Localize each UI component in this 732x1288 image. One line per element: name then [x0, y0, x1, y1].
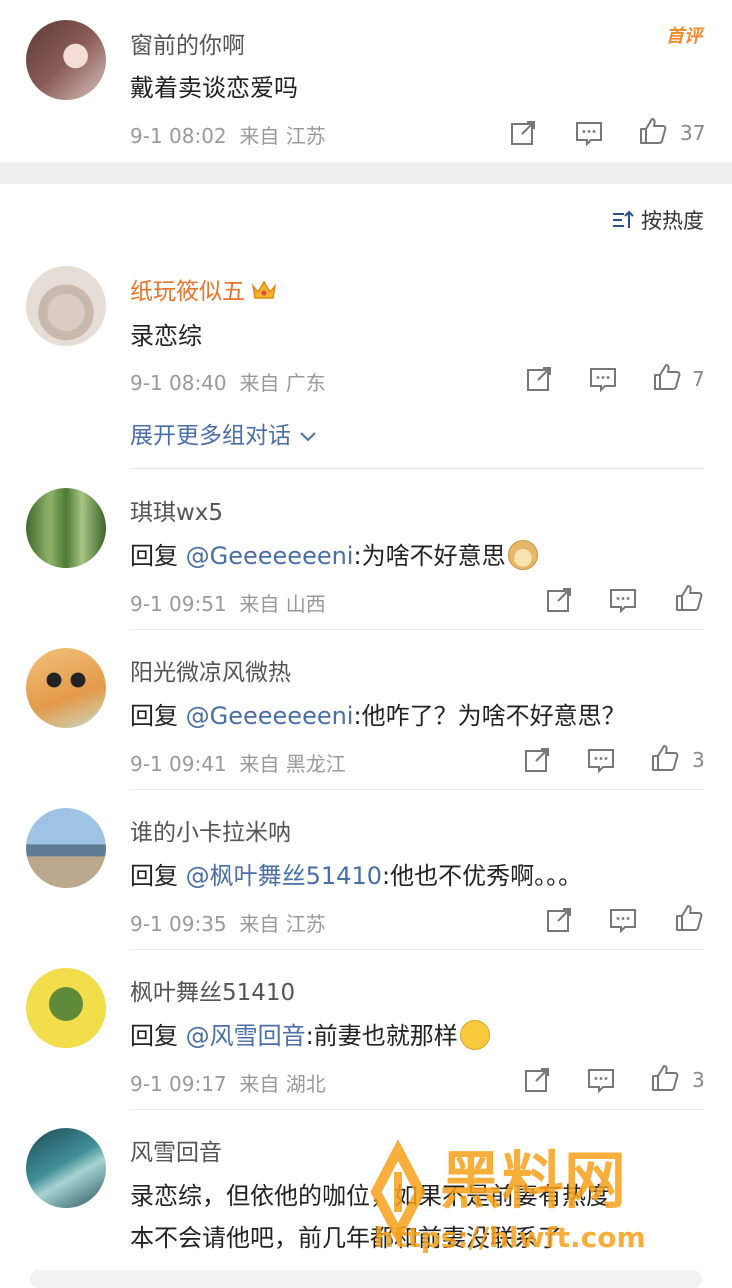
username[interactable]: 枫叶舞丝51410: [130, 973, 295, 1007]
username[interactable]: 琪琪wx5: [130, 493, 223, 527]
username[interactable]: 阳光微凉风微热: [130, 653, 291, 687]
divider: [130, 629, 704, 630]
reply-text: 回复 @枫叶舞丝51410:他也不优秀啊。。。: [130, 862, 583, 890]
first-comment-badge: 首评: [666, 26, 702, 47]
repost-icon[interactable]: [524, 364, 554, 394]
divider: [130, 468, 704, 469]
comment-icon[interactable]: [608, 585, 638, 615]
like-count: 37: [680, 121, 706, 145]
comment-time: 9-1 08:40 来自 广东: [130, 371, 326, 395]
reply-time: 9-1 09:17 来自 湖北: [130, 1072, 326, 1096]
reply-text: 回复 @Geeeeeeeni:他咋了？为啥不好意思？: [130, 702, 626, 730]
avatar[interactable]: [26, 968, 106, 1048]
sort-label: 按热度: [641, 209, 704, 233]
mention-link[interactable]: @枫叶舞丝51410: [186, 862, 382, 890]
reply-text: 回复 @Geeeeeeeni:为啥不好意思: [130, 536, 538, 571]
like-icon[interactable]: [638, 116, 668, 146]
chevron-down-icon: [300, 432, 317, 442]
mention-link[interactable]: @Geeeeeeeni: [186, 702, 354, 730]
reply-time: 9-1 09:35 来自 江苏: [130, 912, 326, 936]
reply-time: 9-1 09:41 来自 黑龙江: [130, 752, 346, 776]
comment-time: 9-1 08:02 来自 江苏: [130, 124, 326, 148]
expand-replies-link[interactable]: 展开更多组对话: [130, 416, 318, 450]
like-icon[interactable]: [650, 1063, 680, 1093]
username[interactable]: 谁的小卡拉米呐: [130, 813, 291, 847]
section-divider: [0, 162, 732, 184]
divider: [130, 1109, 704, 1110]
avatar[interactable]: [26, 808, 106, 888]
comment-icon[interactable]: [574, 118, 604, 148]
repost-icon[interactable]: [544, 905, 574, 935]
avatar[interactable]: [26, 648, 106, 728]
like-count: 3: [692, 1068, 705, 1092]
like-icon[interactable]: [674, 583, 704, 613]
like-count: 7: [692, 367, 705, 391]
comment-icon[interactable]: [586, 745, 616, 775]
comment-icon[interactable]: [588, 364, 618, 394]
like-icon[interactable]: [650, 743, 680, 773]
reply-text-line: 本不会请他吧，前几年都和前妻没联系了: [130, 1224, 562, 1252]
top-comment: 窗前的你啊 首评 戴着卖谈恋爱吗 9-1 08:02 来自 江苏 37: [0, 0, 732, 162]
username[interactable]: 纸玩筱似五: [130, 272, 277, 306]
reply-time: 9-1 09:51 来自 山西: [130, 592, 326, 616]
divider: [130, 789, 704, 790]
doge-emoji-icon: [507, 540, 538, 570]
avatar[interactable]: [26, 20, 106, 100]
repost-icon[interactable]: [544, 585, 574, 615]
avatar[interactable]: [26, 488, 106, 568]
like-icon[interactable]: [652, 362, 682, 392]
comment-text: 戴着卖谈恋爱吗: [130, 74, 298, 102]
avatar[interactable]: [26, 1128, 106, 1208]
like-count: 3: [692, 748, 705, 772]
avatar[interactable]: [26, 266, 106, 346]
comment-icon[interactable]: [608, 905, 638, 935]
username[interactable]: 风雪回音: [130, 1133, 222, 1167]
mention-link[interactable]: @风雪回音: [186, 1022, 306, 1050]
repost-icon[interactable]: [522, 1065, 552, 1095]
mention-link[interactable]: @Geeeeeeeni: [186, 542, 354, 570]
reply-text-line: 录恋综，但依他的咖位，如果不是前妻有热度: [130, 1182, 610, 1210]
comment-text: 录恋综: [130, 322, 202, 350]
input-bar[interactable]: [30, 1270, 702, 1288]
repost-icon[interactable]: [508, 118, 538, 148]
awkward-emoji-icon: [459, 1020, 490, 1050]
comment-icon[interactable]: [586, 1065, 616, 1095]
crown-icon: [251, 280, 277, 299]
repost-icon[interactable]: [522, 745, 552, 775]
divider: [130, 949, 704, 950]
like-icon[interactable]: [674, 903, 704, 933]
sort-toggle[interactable]: 按热度: [611, 205, 704, 235]
username[interactable]: 窗前的你啊: [130, 26, 245, 60]
sort-icon: [613, 210, 634, 228]
reply-text: 回复 @风雪回音:前妻也就那样: [130, 1016, 490, 1051]
